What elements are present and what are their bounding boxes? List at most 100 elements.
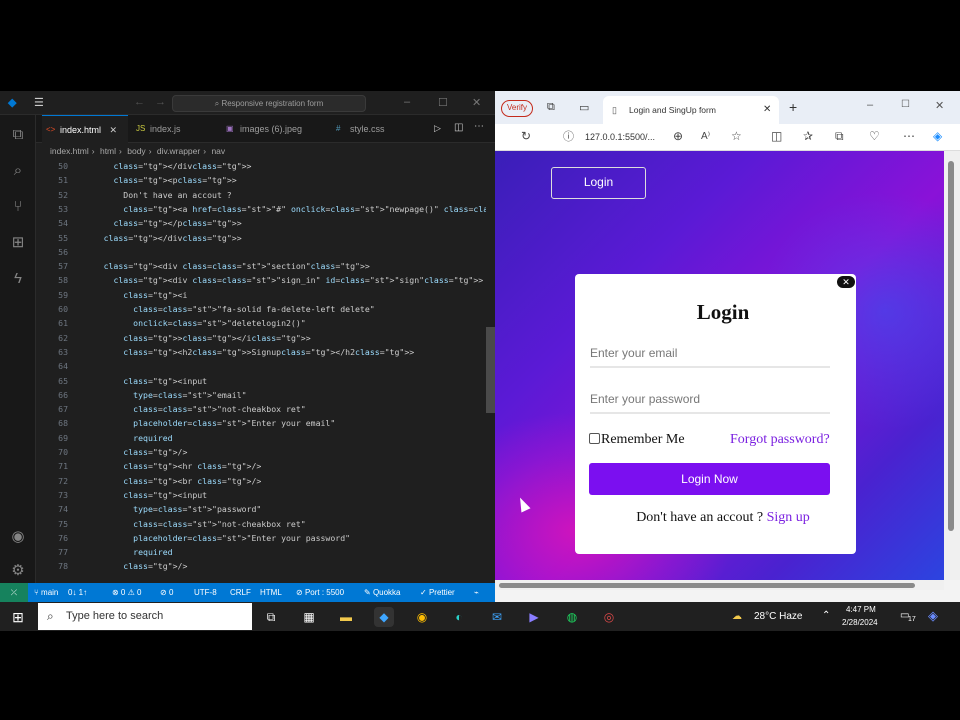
email-field[interactable] xyxy=(590,340,830,368)
editor-scrollbar-thumb[interactable] xyxy=(486,327,495,413)
split-screen-icon[interactable]: ◫ xyxy=(771,129,782,143)
chrome-icon[interactable]: ◉ xyxy=(412,607,432,627)
prettier-status[interactable]: ✓ Prettier xyxy=(420,583,455,602)
remember-checkbox[interactable] xyxy=(589,433,600,444)
code-line[interactable]: class="tg"><h2class="tg">>Signupclass="t… xyxy=(74,347,414,357)
weather-text[interactable]: 28°C Haze xyxy=(754,611,802,622)
breadcrumb-item[interactable]: body xyxy=(127,146,145,156)
code-line[interactable]: class="tg"><input xyxy=(74,376,207,386)
account-icon[interactable]: ◉ xyxy=(8,527,28,547)
back-arrow-icon[interactable]: ← xyxy=(134,96,145,108)
lightning-icon[interactable]: ϟ xyxy=(8,269,28,289)
code-line[interactable]: class="tg">>class="tg"></iclass="tg">> xyxy=(74,333,310,343)
tab-images-jpeg[interactable]: ▣ images (6).jpeg xyxy=(222,115,322,143)
maximize-icon[interactable]: ☐ xyxy=(901,99,910,110)
file-explorer-icon[interactable]: ▬ xyxy=(336,607,356,627)
more-actions-icon[interactable]: ⋯ xyxy=(474,121,484,132)
favorite-star-icon[interactable]: ☆ xyxy=(731,129,742,143)
remote-icon[interactable]: ⤫ xyxy=(0,583,28,602)
browser-tab[interactable]: ▯ Login and SingUp form ✕ xyxy=(603,96,779,124)
quokka-status[interactable]: ✎ Quokka xyxy=(364,583,401,602)
task-view-icon[interactable]: ⧉ xyxy=(261,607,281,627)
remember-me[interactable]: Remember Me xyxy=(589,432,685,448)
code-line[interactable]: onclick=class="st">"deletelogin2()" xyxy=(74,318,306,328)
maximize-icon[interactable]: ☐ xyxy=(438,96,448,109)
login-now-button[interactable]: Login Now xyxy=(589,463,830,495)
code-line[interactable]: class=class="st">"not-cheakbox ret" xyxy=(74,404,306,414)
clock-date[interactable]: 2/28/2024 xyxy=(842,618,878,627)
edge-icon[interactable]: ◐ xyxy=(449,607,469,627)
vscode-taskbar-icon[interactable]: ◆ xyxy=(374,607,394,627)
media-player-icon[interactable]: ▶ xyxy=(524,607,544,627)
minimize-icon[interactable]: – xyxy=(404,96,410,108)
code-line[interactable]: class="tg"><a href=class="st">"#" onclic… xyxy=(74,204,486,214)
breadcrumb-item[interactable]: index.html xyxy=(50,146,89,156)
code-line[interactable]: class="tg"></divclass="tg">> xyxy=(74,233,242,243)
forward-arrow-icon[interactable]: → xyxy=(155,96,166,108)
settings-gear-icon[interactable]: ⚙ xyxy=(8,561,28,581)
code-line[interactable]: class="tg"><i xyxy=(74,290,187,300)
tab-index-js[interactable]: JS index.js xyxy=(132,115,212,143)
new-tab-icon[interactable]: + xyxy=(789,99,797,115)
workspaces-icon[interactable]: ⧉ xyxy=(547,101,555,114)
spotify-icon[interactable]: ◍ xyxy=(562,607,582,627)
sync-status[interactable]: 0↓ 1↑ xyxy=(68,583,87,602)
copilot-icon[interactable]: ◈ xyxy=(933,129,942,143)
command-center[interactable]: ⌕ Responsive registration form xyxy=(172,95,366,112)
tab-actions-icon[interactable]: ▭ xyxy=(579,101,589,114)
code-line[interactable]: class=class="st">"not-cheakbox ret" xyxy=(74,519,306,529)
verify-button[interactable]: Verify xyxy=(501,100,533,117)
ports-status[interactable]: ⊘ 0 xyxy=(160,583,173,602)
forgot-password-link[interactable]: Forgot password? xyxy=(730,432,830,448)
nav-login-button[interactable]: Login xyxy=(551,167,646,199)
run-icon[interactable]: ▷ xyxy=(434,123,441,134)
breadcrumb-item[interactable]: div.wrapper xyxy=(157,146,200,156)
minimize-icon[interactable]: – xyxy=(867,99,873,111)
extensions-icon[interactable]: ⊞ xyxy=(8,233,28,253)
code-line[interactable]: class="tg"><pclass="tg">> xyxy=(74,175,236,185)
code-line[interactable]: class="tg">/> xyxy=(74,447,187,457)
code-line[interactable]: type=class="st">"email" xyxy=(74,390,246,400)
signup-link[interactable]: Sign up xyxy=(767,510,810,525)
code-line[interactable]: class=class="st">"fa-solid fa-delete-lef… xyxy=(74,304,375,314)
recorder-icon[interactable]: ◎ xyxy=(599,607,619,627)
close-tab-icon[interactable]: ✕ xyxy=(763,96,771,124)
breadcrumb-item[interactable]: nav xyxy=(211,146,225,156)
encoding-status[interactable]: UTF-8 xyxy=(194,583,217,602)
explorer-icon[interactable]: ⧉ xyxy=(8,125,28,145)
favorites-icon[interactable]: ✰ xyxy=(803,129,813,143)
store-icon[interactable]: ▦ xyxy=(299,607,319,627)
notifications-icon[interactable]: ⌁ xyxy=(474,583,479,602)
windows-start-icon[interactable]: ⊞ xyxy=(8,607,28,627)
menu-icon[interactable]: ☰ xyxy=(34,96,44,109)
code-editor[interactable]: class="tg"></divclass="tg">> class="tg">… xyxy=(74,159,486,583)
source-control-icon[interactable]: ⑂ xyxy=(8,197,28,217)
taskbar-search[interactable]: ⌕ Type here to search xyxy=(38,603,252,630)
code-line[interactable]: required xyxy=(74,433,172,443)
code-line[interactable]: class="tg"></divclass="tg">> xyxy=(74,161,251,171)
code-line[interactable]: type=class="st">"password" xyxy=(74,504,261,514)
split-editor-icon[interactable]: ◫ xyxy=(454,122,463,133)
tab-index-html[interactable]: <> index.html ✕ xyxy=(42,115,128,143)
copilot-icon[interactable]: ◈ xyxy=(928,608,938,624)
info-icon[interactable]: ⓘ xyxy=(563,128,574,147)
breadcrumb-item[interactable]: html xyxy=(100,146,116,156)
code-line[interactable]: required xyxy=(74,547,172,557)
password-field[interactable] xyxy=(590,386,830,414)
code-line[interactable]: class="tg"><hr class="tg">/> xyxy=(74,461,261,471)
page-scrollbar-thumb[interactable] xyxy=(948,161,954,531)
code-line[interactable]: class="tg">/> xyxy=(74,561,187,571)
collections-icon[interactable]: ⧉ xyxy=(835,129,844,144)
code-line[interactable]: class="tg"></pclass="tg">> xyxy=(74,218,241,228)
read-aloud-icon[interactable]: A⁾ xyxy=(701,131,710,142)
branch-status[interactable]: ⑂ main xyxy=(34,583,58,602)
tab-style-css[interactable]: # style.css xyxy=(332,115,402,143)
mail-icon[interactable]: ✉ xyxy=(487,607,507,627)
code-line[interactable]: class="tg"><input xyxy=(74,490,207,500)
tab-close-icon[interactable]: ✕ xyxy=(110,125,118,135)
close-window-icon[interactable]: ✕ xyxy=(935,99,944,112)
search-icon[interactable]: ⌕ xyxy=(8,161,28,181)
close-icon[interactable]: ✕ xyxy=(837,276,855,288)
more-menu-icon[interactable]: ⋯ xyxy=(903,129,915,143)
code-line[interactable]: placeholder=class="st">"Enter your passw… xyxy=(74,533,350,543)
